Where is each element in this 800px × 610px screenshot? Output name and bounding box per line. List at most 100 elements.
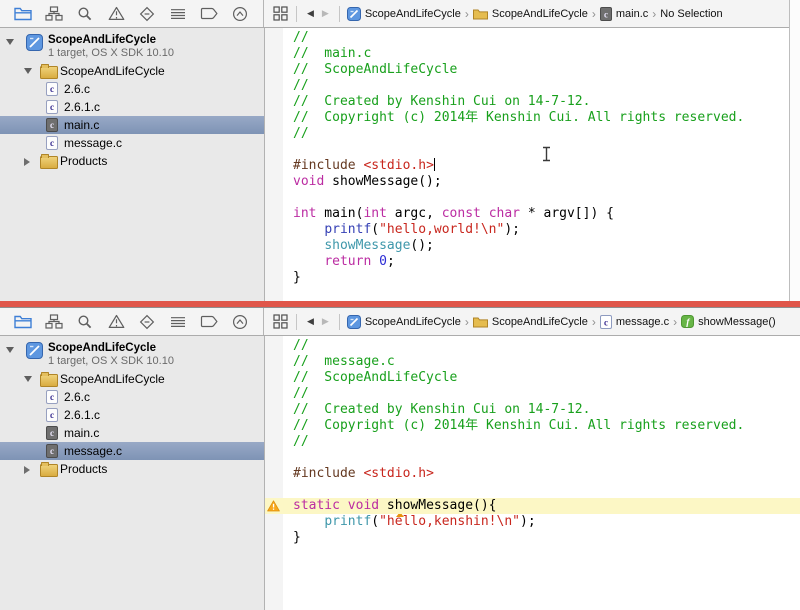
text-caret xyxy=(434,158,435,171)
code-line: // xyxy=(265,126,800,142)
test-navigator-icon[interactable] xyxy=(137,313,157,331)
disclosure-triangle-icon[interactable] xyxy=(24,376,32,382)
disclosure-triangle-icon[interactable] xyxy=(24,466,30,474)
code-token: // xyxy=(293,30,309,45)
code-token xyxy=(371,254,379,269)
sidebar-row-scopeandlifecycle[interactable]: ScopeAndLifeCycle1 target, OS X SDK 10.1… xyxy=(0,31,264,62)
code-line: printf("hello,kenshin!\n"); xyxy=(265,514,800,530)
code-line: #include <stdio.h> xyxy=(265,158,800,174)
code-token: void xyxy=(348,498,379,513)
folder-icon xyxy=(40,156,58,169)
code-token: const xyxy=(442,206,481,221)
source-editor-top[interactable]: //// main.c// ScopeAndLifeCycle//// Crea… xyxy=(265,28,800,301)
sidebar-row-products[interactable]: Products xyxy=(0,152,264,170)
breadcrumb-item-showmessage[interactable]: fshowMessage() xyxy=(681,315,776,328)
breadcrumb-item-scopeandlifecycle[interactable]: ScopeAndLifeCycle xyxy=(473,315,588,328)
project-subtitle: 1 target, OS X SDK 10.10 xyxy=(48,355,174,367)
forward-button[interactable]: ▶ xyxy=(318,8,333,19)
code-token: // Copyright (c) 2014年 Kenshin Cui. All … xyxy=(293,110,744,125)
code-token: showMessage(); xyxy=(324,174,441,189)
sidebar-row-2-6-c[interactable]: c2.6.c xyxy=(0,80,264,98)
code-line: } xyxy=(265,270,800,286)
disclosure-triangle-icon[interactable] xyxy=(6,347,14,353)
test-navigator-icon[interactable] xyxy=(137,5,157,23)
back-button[interactable]: ◀ xyxy=(303,316,318,327)
code-line: // ScopeAndLifeCycle xyxy=(265,62,800,78)
sidebar-row-main-c[interactable]: cmain.c xyxy=(0,116,264,134)
toolbar-bottom: ◀▶ScopeAndLifeCycle›ScopeAndLifeCycle›cm… xyxy=(0,308,800,336)
code-line: int main(int argc, const char * argv[]) … xyxy=(265,206,800,222)
code-token xyxy=(293,238,324,253)
report-navigator-icon[interactable] xyxy=(230,313,250,331)
c-file-icon: c xyxy=(46,426,58,440)
code-token: <stdio.h> xyxy=(363,158,433,173)
breakpoint-navigator-icon[interactable] xyxy=(199,313,219,331)
c-file-dark-icon: c xyxy=(600,7,612,21)
code-token: (); xyxy=(410,238,433,253)
pane-divider[interactable] xyxy=(0,301,800,308)
code-line: // Created by Kenshin Cui on 14-7-12. xyxy=(265,94,800,110)
code-token: static xyxy=(293,498,340,513)
debug-navigator-icon[interactable] xyxy=(168,5,188,23)
code-line: // xyxy=(265,78,800,94)
related-items-icon[interactable] xyxy=(270,313,290,331)
sidebar-item-label: main.c xyxy=(64,118,99,132)
toolbar-top: ◀▶ScopeAndLifeCycle›ScopeAndLifeCycle›cm… xyxy=(0,0,800,28)
breadcrumb-label: ScopeAndLifeCycle xyxy=(365,316,461,328)
jump-bar-bottom: ◀▶ScopeAndLifeCycle›ScopeAndLifeCycle›cm… xyxy=(264,308,800,335)
symbol-navigator-icon[interactable] xyxy=(44,313,64,331)
related-items-icon[interactable] xyxy=(270,5,290,23)
breadcrumb-item-scopeandlifecycle[interactable]: ScopeAndLifeCycle xyxy=(347,315,461,329)
sidebar-row-message-c[interactable]: cmessage.c xyxy=(0,134,264,152)
sidebar-row-scopeandlifecycle[interactable]: ScopeAndLifeCycle xyxy=(0,370,264,388)
navigator-toolbar-bottom xyxy=(0,308,264,335)
breadcrumb-separator: › xyxy=(592,7,596,21)
code-token: } xyxy=(293,270,301,285)
sidebar-row-2-6-c[interactable]: c2.6.c xyxy=(0,388,264,406)
find-navigator-icon[interactable] xyxy=(75,313,95,331)
code-token: argc, xyxy=(387,206,442,221)
breadcrumb-item-scopeandlifecycle[interactable]: ScopeAndLifeCycle xyxy=(347,7,461,21)
sidebar-row-scopeandlifecycle[interactable]: ScopeAndLifeCycle xyxy=(0,62,264,80)
folder-icon xyxy=(40,374,58,387)
disclosure-triangle-icon[interactable] xyxy=(24,158,30,166)
code-line: // Copyright (c) 2014年 Kenshin Cui. All … xyxy=(265,110,800,126)
breadcrumb-item-scopeandlifecycle[interactable]: ScopeAndLifeCycle xyxy=(473,7,588,20)
breadcrumb-item-message-c[interactable]: cmessage.c xyxy=(600,315,669,329)
sidebar-row-2-6-1-c[interactable]: c2.6.1.c xyxy=(0,406,264,424)
breakpoint-navigator-icon[interactable] xyxy=(199,5,219,23)
debug-navigator-icon[interactable] xyxy=(168,313,188,331)
code-token: main( xyxy=(316,206,363,221)
source-editor-bottom[interactable]: //// message.c// ScopeAndLifeCycle//// C… xyxy=(265,336,800,610)
warning-icon[interactable] xyxy=(267,500,280,512)
sidebar-row-2-6-1-c[interactable]: c2.6.1.c xyxy=(0,98,264,116)
back-button[interactable]: ◀ xyxy=(303,8,318,19)
sidebar-row-products[interactable]: Products xyxy=(0,460,264,478)
symbol-navigator-icon[interactable] xyxy=(44,5,64,23)
project-navigator-icon[interactable] xyxy=(13,5,33,23)
code-line: #include <stdio.h> xyxy=(265,466,800,482)
disclosure-triangle-icon[interactable] xyxy=(24,68,32,74)
svg-text:c: c xyxy=(604,9,608,19)
sidebar-row-scopeandlifecycle[interactable]: ScopeAndLifeCycle1 target, OS X SDK 10.1… xyxy=(0,339,264,370)
find-navigator-icon[interactable] xyxy=(75,5,95,23)
disclosure-triangle-icon[interactable] xyxy=(6,39,14,45)
sidebar-item-label: 2.6.1.c xyxy=(64,100,100,114)
code-token xyxy=(293,222,324,237)
c-file-icon: c xyxy=(46,444,58,458)
breadcrumb-item-no-selection[interactable]: No Selection xyxy=(660,8,722,20)
report-navigator-icon[interactable] xyxy=(230,5,250,23)
project-icon xyxy=(347,7,361,21)
code-token: printf xyxy=(324,222,371,237)
c-file-icon: c xyxy=(46,390,58,404)
c-file-icon: c xyxy=(46,82,58,96)
breadcrumb-item-main-c[interactable]: cmain.c xyxy=(600,7,648,21)
sidebar-row-message-c[interactable]: cmessage.c xyxy=(0,442,264,460)
project-navigator-icon[interactable] xyxy=(13,313,33,331)
issue-navigator-icon[interactable] xyxy=(106,5,126,23)
code-token: int xyxy=(293,206,316,221)
project-name: ScopeAndLifeCycle xyxy=(48,342,156,354)
sidebar-row-main-c[interactable]: cmain.c xyxy=(0,424,264,442)
issue-navigator-icon[interactable] xyxy=(106,313,126,331)
forward-button[interactable]: ▶ xyxy=(318,316,333,327)
